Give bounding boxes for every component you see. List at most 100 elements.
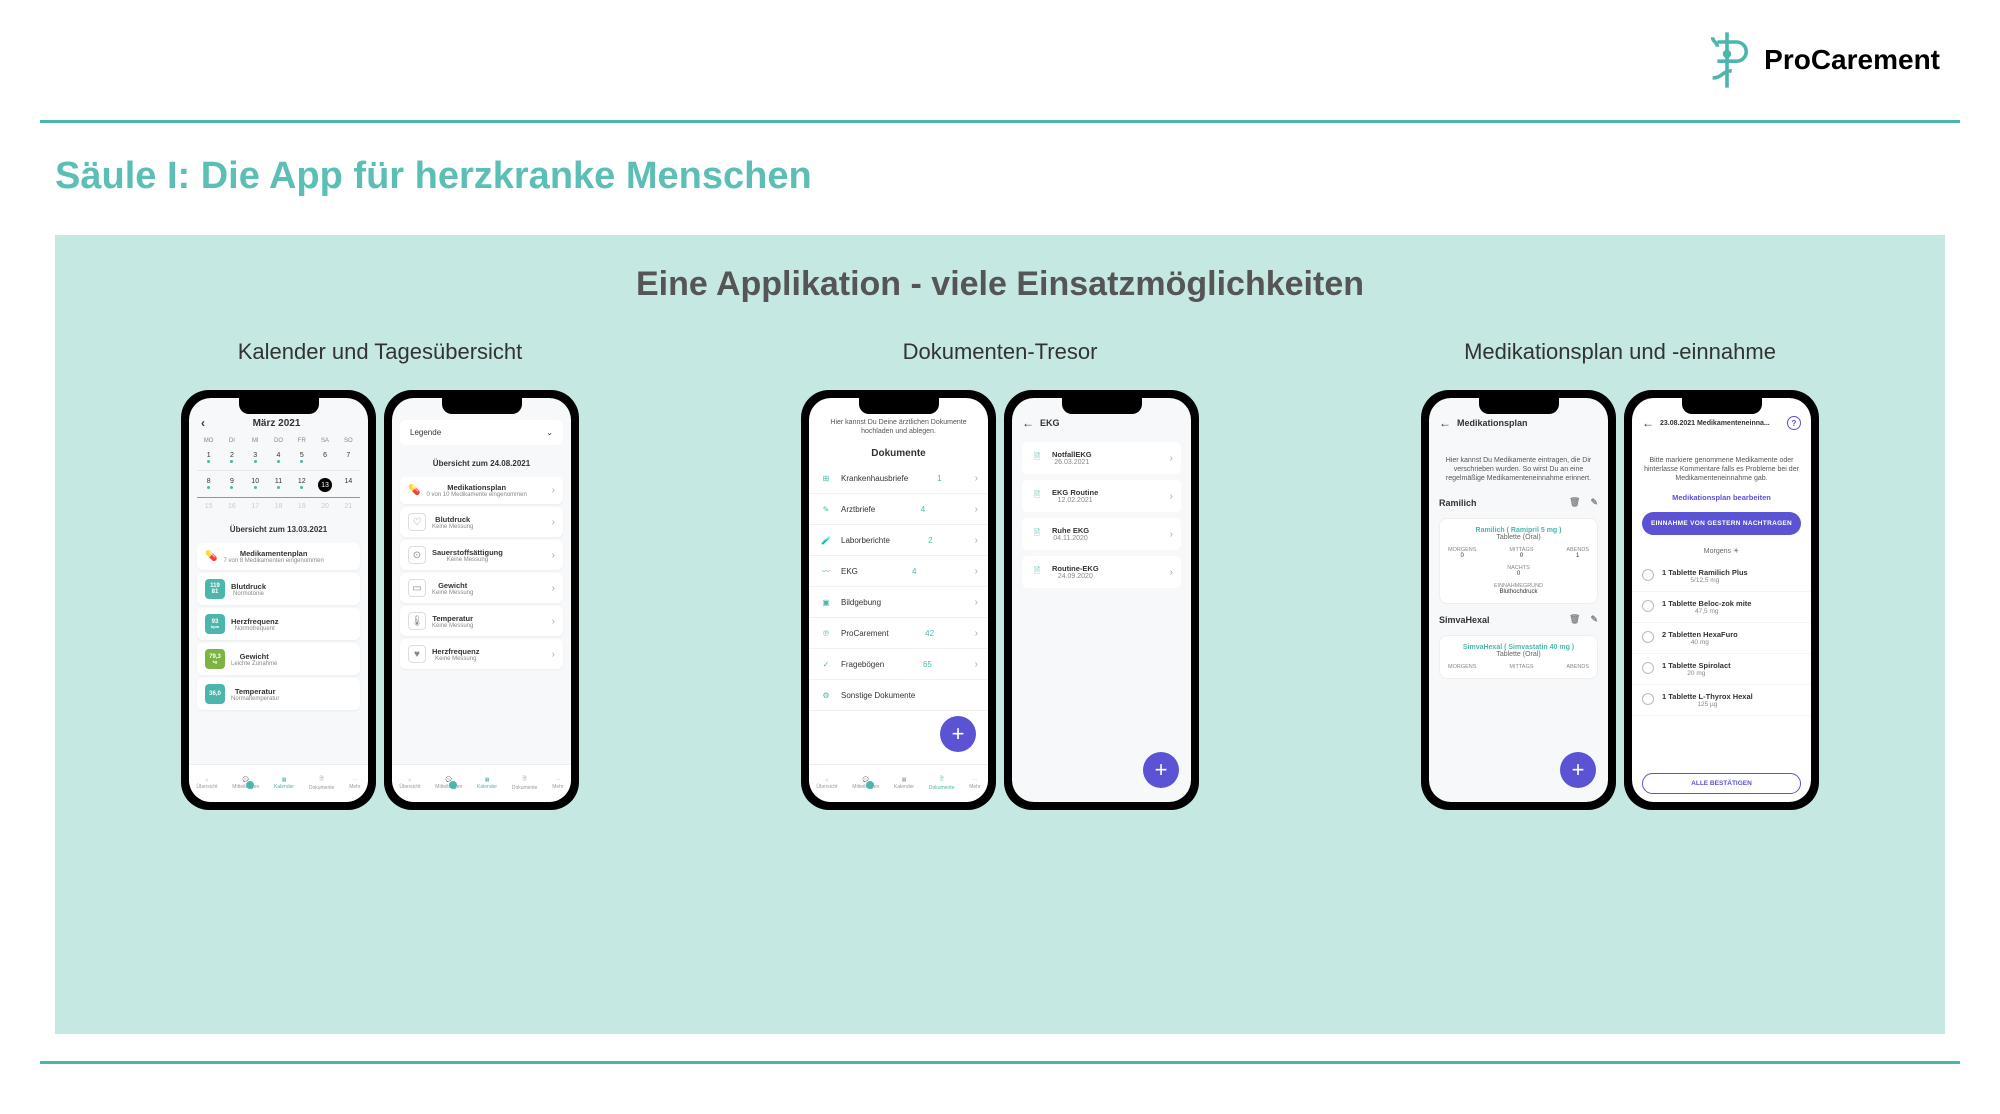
- pill-icon: 💊: [408, 485, 420, 496]
- ov-hr[interactable]: ♥HerzfrequenzKeine Messung›: [400, 639, 563, 669]
- edit-plan-link[interactable]: Medikationsplan bearbeiten: [1632, 489, 1811, 506]
- ov-temp[interactable]: 🌡TemperaturKeine Messung›: [400, 606, 563, 636]
- back-button[interactable]: ←: [1642, 416, 1654, 430]
- ekg-item[interactable]: 🗎NotfallEKG26.03.2021›: [1022, 442, 1181, 474]
- file-icon: 🗎: [1030, 565, 1044, 579]
- tabbar: ⌂Übersicht 💬Mitteilungen ▦Kalender 🗎Doku…: [189, 764, 368, 802]
- tab-more[interactable]: ⋯Mehr: [969, 777, 980, 790]
- doc-procarement[interactable]: ℗ProCarement42›: [809, 618, 988, 649]
- doc-surveys[interactable]: ✓Fragebögen65›: [809, 649, 988, 680]
- calendar-month: März 2021: [253, 418, 301, 429]
- subtitle: Eine Applikation - viele Einsatzmöglichk…: [75, 265, 1925, 304]
- file-icon: 🗎: [1030, 527, 1044, 541]
- tab-overview[interactable]: ⌂Übersicht: [196, 777, 217, 790]
- fab-add[interactable]: +: [1560, 752, 1596, 788]
- confirm-all-button[interactable]: ALLE BESTÄTIGEN: [1642, 773, 1801, 794]
- calendar-week3[interactable]: 15 16 17 18 19 20 21: [197, 498, 360, 515]
- calendar-prev[interactable]: ‹: [201, 416, 205, 430]
- help-icon[interactable]: ?: [1787, 416, 1801, 430]
- intake-item[interactable]: 2 Tabletten HexaFuro40 mg: [1632, 623, 1811, 654]
- brand-name: ProCarement: [1764, 44, 1940, 76]
- card-temperature[interactable]: 36,0TemperaturNormaltemperatur: [197, 678, 360, 710]
- fab-add[interactable]: +: [940, 716, 976, 752]
- delete-icon[interactable]: 🗑: [1569, 497, 1580, 508]
- ov-spo2[interactable]: ⊙SauerstoffsättigungKeine Messung›: [400, 540, 563, 570]
- card-medplan[interactable]: 💊Medikamentenplan7 von 8 Medikamenten ei…: [197, 543, 360, 570]
- tab-more[interactable]: ⋯Mehr: [552, 777, 563, 790]
- drug1-card: Ramilich ( Ramipril 5 mg ) Tablette (Ora…: [1439, 518, 1598, 604]
- col2-title: Dokumenten-Tresor: [801, 339, 1199, 365]
- tab-more[interactable]: ⋯Mehr: [349, 777, 360, 790]
- card-weight[interactable]: 79,3kgGewichtLeichte Zunahme: [197, 643, 360, 675]
- tab-calendar[interactable]: ▦Kalender: [477, 777, 497, 790]
- medplan-header: Medikationsplan: [1457, 418, 1528, 428]
- ekg-item[interactable]: 🗎Routine-EKG24.09.2020›: [1022, 556, 1181, 588]
- col1-title: Kalender und Tagesübersicht: [181, 339, 579, 365]
- back-button[interactable]: ←: [1022, 416, 1034, 430]
- delete-icon[interactable]: 🗑: [1569, 614, 1580, 625]
- bp-icon: ♡: [408, 513, 426, 531]
- ekg-icon: 〰: [819, 564, 833, 578]
- chevron-right-icon: ›: [552, 485, 555, 496]
- logo-icon: [1702, 30, 1752, 90]
- tab-messages[interactable]: 💬Mitteilungen: [435, 777, 462, 790]
- tab-messages[interactable]: 💬Mitteilungen: [232, 777, 259, 790]
- hospital-icon: ⊞: [819, 471, 833, 485]
- legend-toggle[interactable]: Legende⌄: [400, 420, 563, 445]
- intake-item[interactable]: 1 Tablette Beloc-zok mite47,5 mg: [1632, 592, 1811, 623]
- ov-weight[interactable]: ▭GewichtKeine Messung›: [400, 573, 563, 603]
- sun-icon: ☀: [1733, 548, 1739, 555]
- fab-add[interactable]: +: [1143, 752, 1179, 788]
- radio-icon[interactable]: [1642, 569, 1654, 581]
- edit-icon[interactable]: ✎: [1590, 614, 1598, 625]
- retake-button[interactable]: EINNAHME VON GESTERN NACHTRAGEN: [1642, 512, 1801, 535]
- file-icon: 🗎: [1030, 489, 1044, 503]
- drug1-name: Ramilich: [1439, 498, 1477, 508]
- tab-overview[interactable]: ⌂Übersicht: [816, 777, 837, 790]
- section-morgens: Morgens: [1704, 548, 1731, 555]
- calendar-week1[interactable]: 1 2 3 4 5 6 7: [197, 447, 360, 468]
- scale-icon: ▭: [408, 579, 426, 597]
- intake-item[interactable]: 1 Tablette Ramilich Plus5/12,5 mg: [1632, 561, 1811, 592]
- ekg-item[interactable]: 🗎EKG Routine12.02.2021›: [1022, 480, 1181, 512]
- intake-item[interactable]: 1 Tablette Spirolact20 mg: [1632, 654, 1811, 685]
- ov-medplan[interactable]: 💊Medikationsplan0 von 10 Medikamente ein…: [400, 477, 563, 504]
- phone-medplan: ← Medikationsplan Hier kannst Du Medikame…: [1421, 390, 1616, 810]
- tab-calendar[interactable]: ▦Kalender: [274, 777, 294, 790]
- heart-icon: ♥: [408, 645, 426, 663]
- medplan-intro: Hier kannst Du Medikamente eintragen, di…: [1429, 436, 1608, 491]
- logo-small-icon: ℗: [819, 626, 833, 640]
- card-bloodpressure[interactable]: 11981BlutdruckNormotonie: [197, 573, 360, 605]
- imaging-icon: ▣: [819, 595, 833, 609]
- doc-ekg[interactable]: 〰EKG4›: [809, 556, 988, 587]
- doc-arzt[interactable]: ✎Arztbriefe4›: [809, 494, 988, 525]
- back-button[interactable]: ←: [1439, 416, 1451, 430]
- tab-documents[interactable]: 🗎Dokumente: [929, 776, 955, 791]
- ekg-item[interactable]: 🗎Ruhe EKG04.11.2020›: [1022, 518, 1181, 550]
- ov-bp[interactable]: ♡BlutdruckKeine Messung›: [400, 507, 563, 537]
- intake-item[interactable]: 1 Tablette L-Thyrox Hexal125 µg: [1632, 685, 1811, 716]
- tab-documents[interactable]: 🗎Dokumente: [309, 776, 335, 791]
- tab-overview[interactable]: ⌂Übersicht: [399, 777, 420, 790]
- brand-logo: ProCarement: [1702, 30, 1940, 90]
- doc-other[interactable]: ⚙Sonstige Dokumente: [809, 680, 988, 711]
- divider-bottom: [40, 1061, 1960, 1064]
- edit-icon[interactable]: ✎: [1590, 497, 1598, 508]
- doc-imaging[interactable]: ▣Bildgebung›: [809, 587, 988, 618]
- lab-icon: 🧪: [819, 533, 833, 547]
- card-heartrate[interactable]: 93bpmHerzfrequenzNormofrequent: [197, 608, 360, 640]
- file-icon: 🗎: [1030, 451, 1044, 465]
- docs-heading: Dokumente: [809, 444, 988, 463]
- col3-title: Medikationsplan und -einnahme: [1421, 339, 1819, 365]
- doc-krankenhaus[interactable]: ⊞Krankenhausbriefe1›: [809, 463, 988, 494]
- pill-icon: 💊: [205, 551, 217, 562]
- tab-calendar[interactable]: ▦Kalender: [894, 777, 914, 790]
- content-panel: Eine Applikation - viele Einsatzmöglichk…: [55, 235, 1945, 1034]
- page-title: Säule I: Die App für herzkranke Menschen: [55, 155, 812, 198]
- doc-labor[interactable]: 🧪Laborberichte2›: [809, 525, 988, 556]
- tab-documents[interactable]: 🗎Dokumente: [512, 776, 538, 791]
- calendar-week2[interactable]: 8 9 10 11 12 13 14: [197, 473, 360, 498]
- drug2-name: SimvaHexal: [1439, 615, 1490, 625]
- phone-intake: ←23.08.2021 Medikamenteneinna...? Bitte …: [1624, 390, 1819, 810]
- tab-messages[interactable]: 💬Mitteilungen: [852, 777, 879, 790]
